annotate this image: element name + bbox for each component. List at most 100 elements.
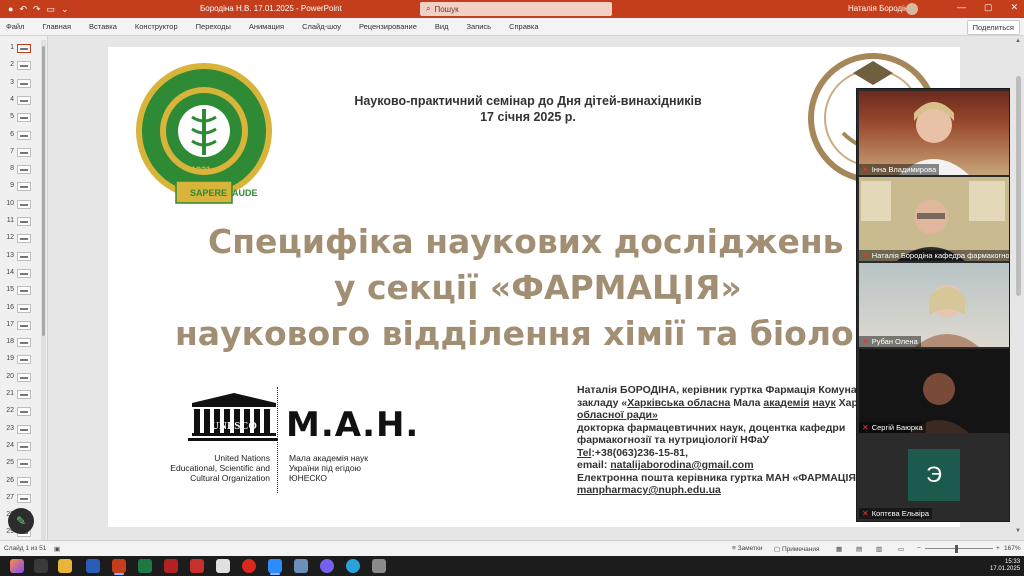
slide-thumbnail[interactable]: 3 — [0, 75, 44, 92]
slide-thumbnail[interactable]: 7 — [0, 144, 44, 161]
slide-scrollbar[interactable]: ▲ ▼ — [1014, 36, 1024, 540]
participant-tile[interactable]: ✕ Інна Владимирова — [859, 91, 1009, 175]
email-link[interactable]: natalijaborodina@gmail.com — [610, 459, 753, 471]
slide-thumbnail[interactable]: 20 — [0, 369, 44, 386]
slide-thumbnail[interactable]: 21 — [0, 386, 44, 403]
scrollbar-thumb[interactable] — [1016, 76, 1021, 296]
slide-thumbnail-preview — [17, 182, 31, 192]
slide-thumbnail[interactable]: 22 — [0, 403, 44, 420]
slide-thumbnail[interactable]: 13 — [0, 248, 44, 265]
tab-help[interactable]: Справка — [509, 22, 538, 31]
tab-view[interactable]: Вид — [435, 22, 449, 31]
viber-icon[interactable] — [320, 559, 334, 573]
ribbon-tabs: Файл Главная Вставка Конструктор Переход… — [0, 18, 1024, 36]
tab-file[interactable]: Файл — [6, 22, 24, 31]
reading-view-icon[interactable]: ▥ — [876, 545, 882, 553]
tab-home[interactable]: Главная — [42, 22, 71, 31]
mail-icon[interactable] — [294, 559, 308, 573]
slide-thumbnail[interactable]: 17 — [0, 317, 44, 334]
sorter-view-icon[interactable]: ▤ — [856, 545, 862, 553]
system-clock[interactable]: 15:33 17.01.2025 — [990, 559, 1020, 573]
tab-review[interactable]: Рецензирование — [359, 22, 417, 31]
zoom-app-icon[interactable] — [268, 559, 282, 573]
slide-thumbnail[interactable]: 16 — [0, 300, 44, 317]
zoom-in-icon[interactable]: + — [996, 545, 1000, 552]
slide-thumbnail[interactable]: 14 — [0, 265, 44, 282]
slide-thumbnail[interactable]: 24 — [0, 438, 44, 455]
slide-thumbnail[interactable]: 15 — [0, 282, 44, 299]
word-icon[interactable] — [86, 559, 100, 573]
zoom-slider[interactable] — [925, 548, 993, 549]
slide-thumbnail[interactable]: 25 — [0, 455, 44, 472]
slide[interactable]: SAPERE AUDE 1805 1921 Науково-практичний… — [108, 47, 960, 527]
tab-design[interactable]: Конструктор — [135, 22, 178, 31]
user-avatar[interactable] — [906, 3, 918, 15]
telegram-icon[interactable] — [346, 559, 360, 573]
file-explorer-icon[interactable] — [58, 559, 72, 573]
slideshow-view-icon[interactable]: ▭ — [898, 545, 904, 553]
chrome-icon[interactable] — [216, 559, 230, 573]
slide-thumbnail-number: 6 — [10, 130, 14, 138]
slide-thumbnail[interactable]: 12 — [0, 230, 44, 247]
slide-thumbnail[interactable]: 10 — [0, 196, 44, 213]
tab-record[interactable]: Запись — [466, 22, 491, 31]
participant-tile[interactable]: Э ✕ Коптєва Ельвіра — [859, 435, 1009, 519]
slide-thumbnail[interactable]: 6 — [0, 127, 44, 144]
slide-thumbnail[interactable]: 23 — [0, 421, 44, 438]
slide-thumbnail[interactable]: 27 — [0, 490, 44, 507]
slide-thumbnail[interactable]: 1 — [0, 40, 44, 57]
slide-thumbnail[interactable]: 8 — [0, 161, 44, 178]
year-top: 1805 — [192, 71, 215, 82]
opera-icon[interactable] — [242, 559, 256, 573]
zoom-slider-thumb[interactable] — [955, 545, 958, 553]
notes-button[interactable]: ≡ Заметки — [732, 545, 762, 552]
zoom-out-icon[interactable]: − — [917, 545, 921, 552]
customize-icon[interactable]: ⌄ — [61, 4, 69, 15]
user-name[interactable]: Наталія Бородіна — [848, 4, 913, 13]
tab-transitions[interactable]: Переходы — [196, 22, 231, 31]
normal-view-icon[interactable]: ▦ — [836, 545, 842, 553]
slide-thumbnail-number: 20 — [6, 372, 14, 380]
unesco-caption-line: Educational, Scientific and — [170, 463, 270, 473]
slide-thumbnail[interactable]: 9 — [0, 178, 44, 195]
slide-thumbnail[interactable]: 2 — [0, 57, 44, 74]
scroll-down-icon[interactable]: ▼ — [1015, 528, 1021, 534]
slide-thumbnail[interactable]: 18 — [0, 334, 44, 351]
app-icon[interactable] — [372, 559, 386, 573]
windows-start-icon[interactable] — [10, 559, 24, 573]
tab-insert[interactable]: Вставка — [89, 22, 117, 31]
maximize-icon[interactable]: ▢ — [984, 2, 993, 13]
accessibility-icon[interactable]: ▣ — [54, 545, 60, 553]
slideshow-icon[interactable]: ▭ — [47, 4, 56, 15]
undo-icon[interactable]: ↶ — [19, 4, 27, 15]
pen-edit-button[interactable]: ✎ — [8, 508, 34, 534]
minimize-icon[interactable]: — — [957, 2, 966, 13]
search-taskbar-icon[interactable] — [34, 559, 48, 573]
powerpoint-icon[interactable] — [112, 559, 126, 573]
tab-animations[interactable]: Анимация — [249, 22, 284, 31]
close-icon[interactable]: ✕ — [1010, 2, 1018, 13]
comments-button[interactable]: ▢ Примечания — [774, 545, 819, 553]
tab-slideshow[interactable]: Слайд-шоу — [302, 22, 341, 31]
participant-tile[interactable]: ✕ Сергій Баюрка — [859, 349, 1009, 433]
excel-icon[interactable] — [138, 559, 152, 573]
slide-thumbnail-number: 2 — [10, 61, 14, 69]
slide-thumbnail[interactable]: 26 — [0, 473, 44, 490]
slide-counter: Слайд 1 из 51 — [4, 545, 47, 552]
slide-thumbnail[interactable]: 19 — [0, 351, 44, 368]
search-box[interactable]: ⌕ Пошук — [420, 2, 612, 16]
slide-thumbnail[interactable]: 4 — [0, 92, 44, 109]
redo-icon[interactable]: ↷ — [33, 4, 41, 15]
man-wordmark: М.А.Н. — [286, 405, 420, 445]
participant-tile[interactable]: ✕ Рубан Олена — [859, 263, 1009, 347]
slide-thumbnail-number: 12 — [6, 234, 14, 242]
zoom-level[interactable]: 167% — [1004, 545, 1021, 552]
slide-thumbnail[interactable]: 5 — [0, 109, 44, 126]
autosave-icon[interactable]: ● — [8, 4, 13, 15]
slide-thumbnail[interactable]: 11 — [0, 213, 44, 230]
scroll-up-icon[interactable]: ▲ — [1015, 38, 1021, 44]
pdf-reader-icon[interactable] — [190, 559, 204, 573]
share-button[interactable]: Поделиться — [966, 20, 1020, 35]
participant-tile[interactable]: ✕ Наталія Бородіна кафедра фармакогнозії — [859, 177, 1009, 261]
acrobat-icon[interactable] — [164, 559, 178, 573]
